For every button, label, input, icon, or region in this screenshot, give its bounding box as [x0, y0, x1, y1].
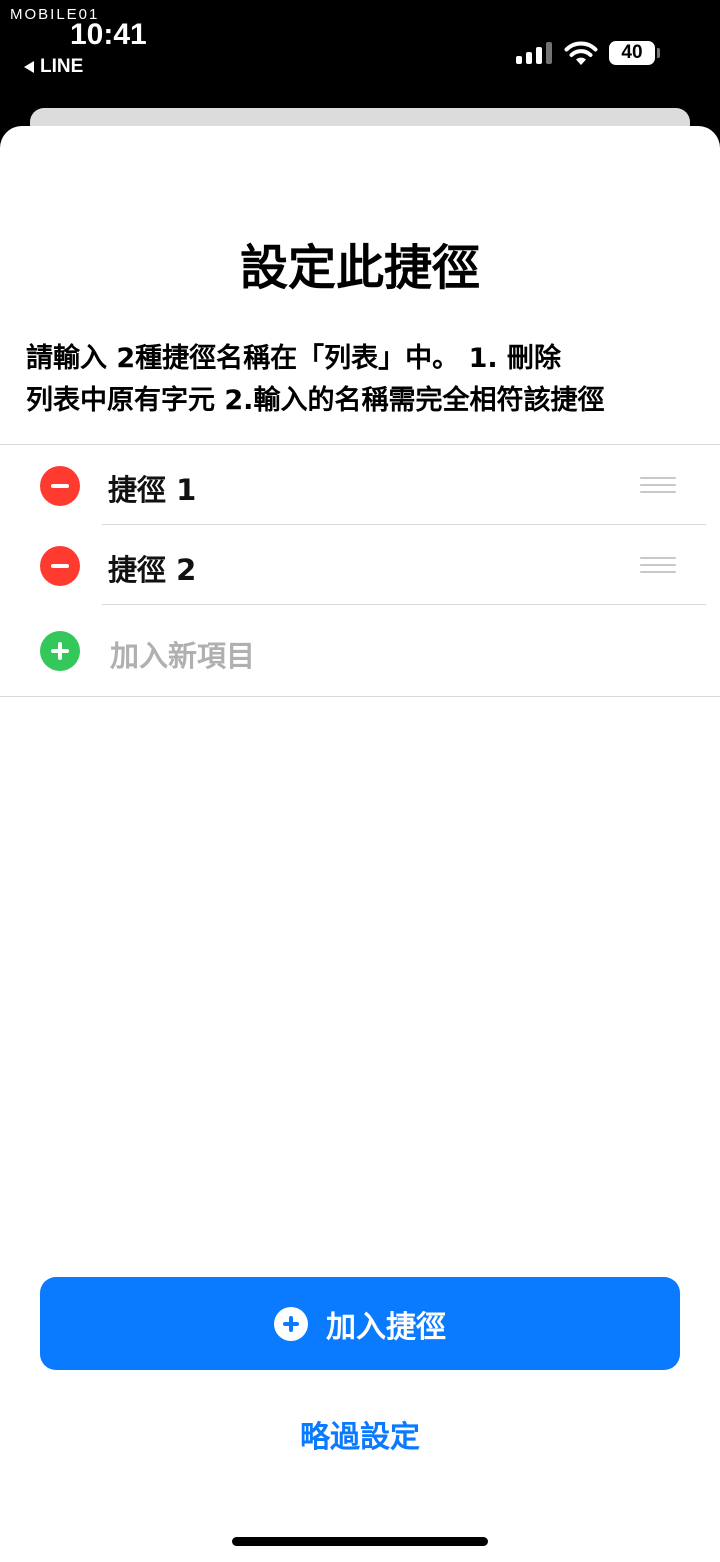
back-to-app-link[interactable]: LINE [24, 56, 83, 78]
add-shortcut-button[interactable]: 加入捷徑 [40, 1277, 680, 1370]
home-indicator[interactable] [232, 1537, 488, 1546]
remove-item-button[interactable] [40, 466, 80, 506]
cellular-signal-icon [516, 42, 552, 64]
add-item-row[interactable]: 加入新項目 [0, 605, 720, 696]
list-item-label[interactable]: 捷徑 1 [108, 467, 196, 509]
instructions-text: 請輸入 2種捷徑名稱在「列表」中。 1. 刪除 列表中原有字元 2.輸入的名稱需… [26, 338, 706, 422]
back-arrow-icon [24, 61, 34, 73]
shortcut-name-list: 捷徑 1 捷徑 2 加入新項目 [0, 444, 720, 697]
status-time: 10:41 [70, 18, 147, 51]
page-title: 設定此捷徑 [239, 240, 480, 296]
wifi-icon [564, 41, 598, 65]
reorder-handle-icon[interactable] [640, 477, 676, 493]
plus-circle-icon [274, 1306, 308, 1341]
add-item-placeholder[interactable]: 加入新項目 [110, 633, 255, 675]
reorder-handle-icon[interactable] [640, 557, 676, 573]
battery-icon: 40 [609, 41, 655, 65]
list-item[interactable]: 捷徑 2 [0, 525, 720, 605]
remove-item-button[interactable] [40, 546, 80, 586]
instructions-line-1: 請輸入 2種捷徑名稱在「列表」中。 1. 刪除 [26, 343, 562, 374]
list-item-label[interactable]: 捷徑 2 [108, 547, 196, 589]
list-item[interactable]: 捷徑 1 [0, 445, 720, 525]
instructions-line-2: 列表中原有字元 2.輸入的名稱需完全相符該捷徑 [26, 385, 605, 416]
add-shortcut-label: 加入捷徑 [326, 1310, 446, 1344]
skip-setup-link[interactable]: 略過設定 [0, 1412, 720, 1456]
add-item-button[interactable] [40, 631, 80, 671]
back-app-label: LINE [40, 56, 84, 77]
battery-nub [657, 48, 660, 58]
status-bar: MOBILE01 10:41 LINE 40 [0, 0, 720, 110]
